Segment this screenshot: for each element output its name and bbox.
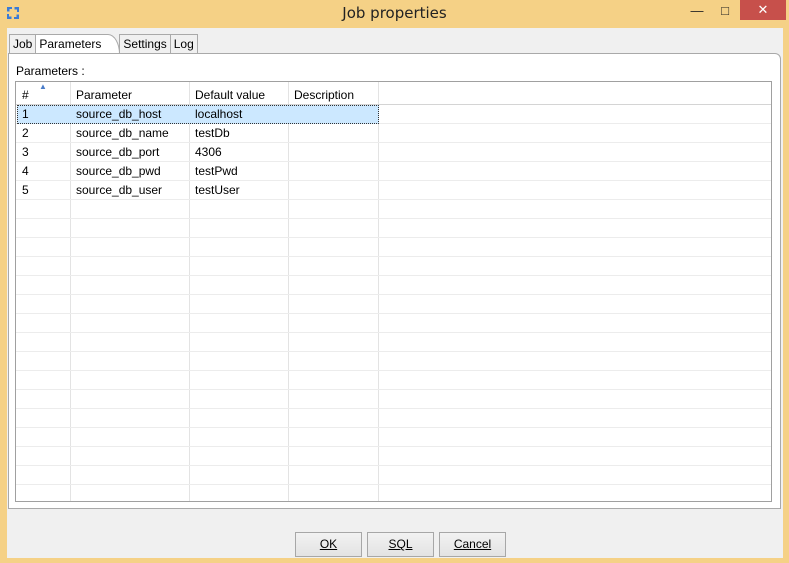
column-header-parameter[interactable]: Parameter <box>70 82 189 104</box>
cell-description[interactable] <box>288 105 294 124</box>
tab-parameters[interactable]: Parameters <box>35 34 121 54</box>
cancel-button[interactable]: Cancel <box>439 532 506 557</box>
maximize-button[interactable]: □ <box>711 0 739 20</box>
sql-button[interactable]: SQL <box>367 532 434 557</box>
cell-number[interactable]: 5 <box>16 181 29 200</box>
cell-description[interactable] <box>288 162 294 181</box>
cell-parameter[interactable]: source_db_name <box>70 124 169 143</box>
cell-number[interactable]: 3 <box>16 143 29 162</box>
cell-number[interactable]: 1 <box>16 105 29 124</box>
table-row-gridline <box>16 466 771 485</box>
cell-description[interactable] <box>288 143 294 162</box>
table-row-gridline <box>16 257 771 276</box>
tab-strip: Job Parameters Settings Log <box>9 34 198 54</box>
tab-settings[interactable]: Settings <box>119 34 171 54</box>
minimize-button[interactable]: — <box>683 0 711 20</box>
close-button[interactable]: ✕ <box>740 0 786 20</box>
cell-parameter[interactable]: source_db_port <box>70 143 159 162</box>
cell-default-value[interactable]: testUser <box>189 181 240 200</box>
cell-number[interactable]: 4 <box>16 162 29 181</box>
table-row-gridline <box>16 352 771 371</box>
cell-parameter[interactable]: source_db_host <box>70 105 161 124</box>
parameters-label: Parameters : <box>16 64 85 78</box>
parameters-panel: Parameters : ▲ # Parameter Default value… <box>8 53 781 509</box>
table-row-gridline <box>16 314 771 333</box>
table-row-gridline <box>16 428 771 447</box>
cell-description[interactable] <box>288 181 294 200</box>
parameters-table[interactable]: ▲ # Parameter Default value Description … <box>15 81 772 502</box>
table-row-gridline <box>16 409 771 428</box>
cell-parameter[interactable]: source_db_user <box>70 181 162 200</box>
cell-number[interactable]: 2 <box>16 124 29 143</box>
cell-parameter[interactable]: source_db_pwd <box>70 162 161 181</box>
table-row-gridline <box>16 295 771 314</box>
title-bar: Job properties — □ ✕ <box>0 0 789 26</box>
table-row-gridline <box>16 485 771 501</box>
table-row-gridline <box>16 219 771 238</box>
table-row-gridline <box>16 333 771 352</box>
column-header-description[interactable]: Description <box>288 82 378 104</box>
close-icon: ✕ <box>757 2 769 17</box>
cell-default-value[interactable]: testDb <box>189 124 230 143</box>
column-header-default-value[interactable]: Default value <box>189 82 288 104</box>
cell-default-value[interactable]: 4306 <box>189 143 222 162</box>
table-row-gridline <box>16 200 771 219</box>
maximize-icon: □ <box>721 2 729 18</box>
ok-button[interactable]: OK <box>295 532 362 557</box>
cell-default-value[interactable]: testPwd <box>189 162 238 181</box>
cell-description[interactable] <box>288 124 294 143</box>
table-row-gridline <box>16 276 771 295</box>
cell-default-value[interactable]: localhost <box>189 105 242 124</box>
column-header-number[interactable]: # <box>16 82 70 104</box>
table-row-gridline <box>16 371 771 390</box>
minimize-icon: — <box>690 2 704 18</box>
tab-job[interactable]: Job <box>9 34 37 54</box>
window-title: Job properties <box>342 4 447 22</box>
table-row-gridline <box>16 238 771 257</box>
tab-log[interactable]: Log <box>169 34 198 54</box>
table-row-gridline <box>16 447 771 466</box>
table-row-gridline <box>16 390 771 409</box>
dialog-client-area: Job Parameters Settings Log Parameters :… <box>7 28 783 558</box>
